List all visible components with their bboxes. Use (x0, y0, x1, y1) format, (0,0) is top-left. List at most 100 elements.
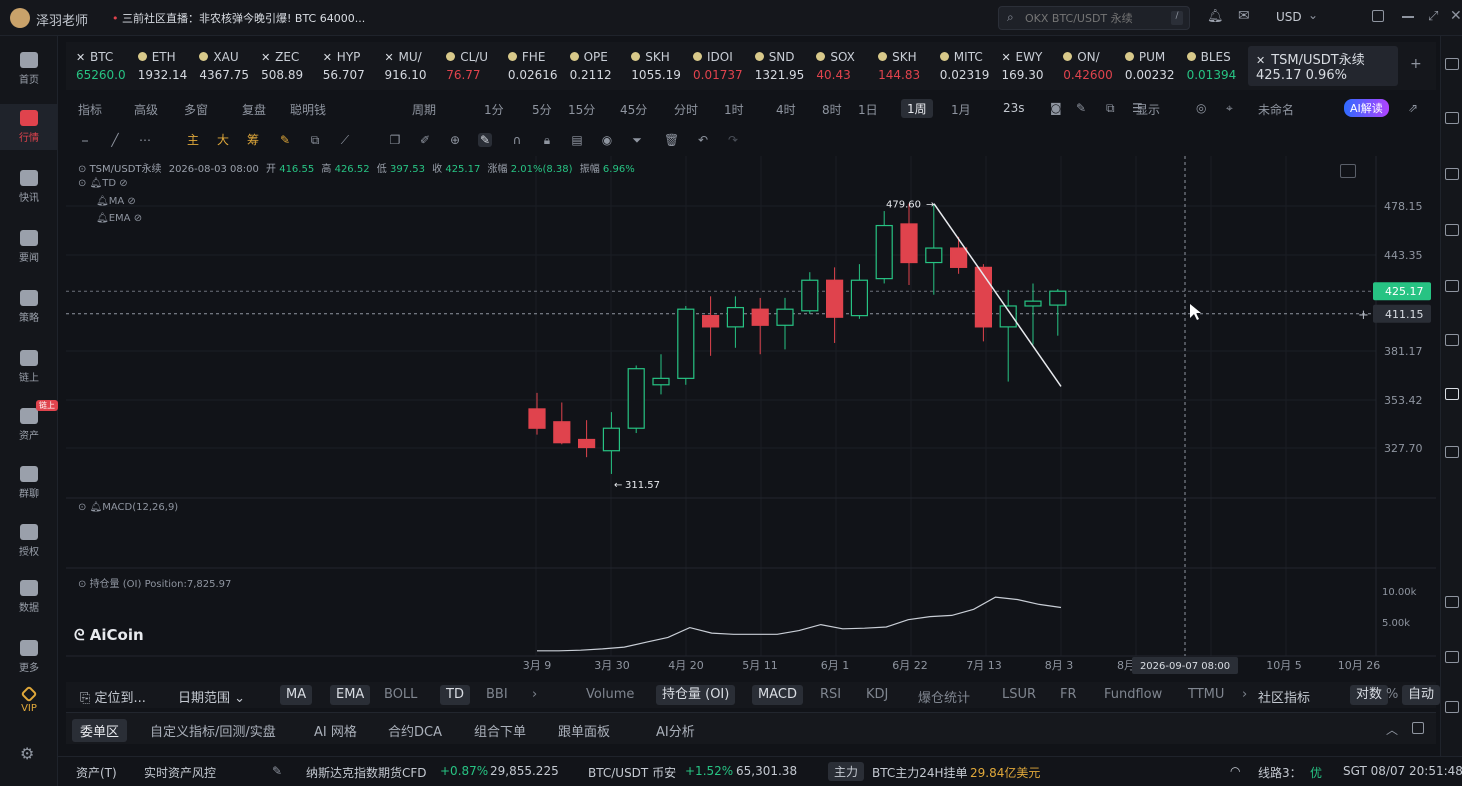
nav-item-3[interactable]: 要闻 (0, 230, 58, 264)
toolbar-8h[interactable]: 8时 (822, 101, 842, 118)
ticker-item[interactable]: MITC 0.02319 (939, 48, 1002, 86)
ticker-item[interactable]: PUM 0.00232 (1124, 48, 1187, 86)
ticker-item[interactable]: XAU 4367.75 (199, 48, 261, 86)
toolbar-4h[interactable]: 4时 (776, 101, 796, 118)
indicator-toggle-11[interactable]: LSUR (1002, 687, 1036, 702)
main-toggle[interactable]: 主 (186, 133, 200, 147)
fullscreen-icon[interactable] (1340, 164, 1356, 178)
brush-icon[interactable]: ✎ (478, 133, 492, 147)
avatar[interactable] (10, 8, 30, 28)
nav-item-8[interactable]: 授权 (0, 524, 58, 558)
tab-0[interactable]: 委单区 (72, 719, 128, 742)
ticker-item[interactable]: FHE 0.02616 (507, 48, 570, 86)
indicator-toggle-1[interactable]: EMA (330, 685, 371, 705)
btc-label[interactable]: BTC/USDT 币安 (588, 764, 676, 781)
indicator-toggle-3[interactable]: TD (440, 685, 470, 705)
trash-icon[interactable]: 🗑︎ (664, 133, 679, 147)
indicator-toggle-6[interactable]: 持仓量 (OI) (656, 685, 736, 705)
chip-toggle[interactable]: 筹 (246, 133, 260, 147)
toolbar-replay[interactable]: 复盘 (242, 101, 266, 118)
toolbar-5m[interactable]: 5分 (532, 101, 552, 118)
indicator-toggle-14[interactable]: TTMU (1188, 687, 1224, 702)
magnet-icon[interactable]: ∩ (510, 133, 524, 147)
measure-tool-icon[interactable]: ⎯ (78, 133, 92, 147)
currency-select[interactable]: USD (1276, 10, 1302, 24)
indicator-toggle-12[interactable]: FR (1060, 687, 1077, 702)
list-icon[interactable]: ☰ (1132, 101, 1143, 115)
tab-2[interactable]: AI 网格 (314, 721, 357, 740)
close-icon[interactable]: ✕ (1450, 8, 1462, 24)
nasdaq-label[interactable]: 纳斯达克指数期货CFD (306, 764, 427, 781)
camera-icon[interactable] (1445, 168, 1459, 180)
indicator-toggle-9[interactable]: KDJ (866, 687, 888, 702)
indicator-toggle-4[interactable]: BBI (486, 687, 508, 702)
calc-icon[interactable] (1445, 334, 1459, 346)
indicator-toggle-0[interactable]: MA (280, 685, 313, 705)
pencil-icon[interactable]: ✎ (1076, 101, 1086, 115)
indicator-toggle-5[interactable]: Volume (586, 687, 634, 702)
toolbar-period[interactable]: 周期 (412, 101, 436, 118)
tab-1[interactable]: 自定义指标/回测/实盘 (150, 721, 276, 740)
settings-icon[interactable]: ⚙ (20, 744, 34, 763)
nav-item-5[interactable]: 链上 (0, 350, 58, 384)
tab-3[interactable]: 合约DCA (388, 721, 442, 740)
zoom-icon[interactable]: ⊕ (448, 133, 462, 147)
orderbook-icon[interactable] (1445, 112, 1459, 124)
window-icon[interactable] (1372, 10, 1384, 22)
indicator-ma[interactable]: 🔔︎MA ⊘ (96, 196, 136, 207)
user-name[interactable]: 泽羽老师 (36, 10, 88, 29)
ticker-item[interactable]: CL/U 76.77 (446, 48, 508, 86)
pen-icon[interactable]: ✐ (418, 133, 432, 147)
indicator-toggle-8[interactable]: RSI (820, 687, 841, 702)
link-icon[interactable] (1445, 446, 1459, 458)
trend-icon[interactable] (1445, 224, 1459, 236)
toolbar-indicator[interactable]: 指标 (78, 101, 102, 118)
bell-icon[interactable]: 🔔︎ (1207, 9, 1224, 24)
price-chart[interactable]: 478.15 443.35 381.17 353.42 327.70 425.17 411.… (66, 156, 1436, 676)
share-icon[interactable]: ⇗ (1408, 101, 1418, 115)
toolbar-15m[interactable]: 15分 (568, 101, 595, 118)
chevron-down-icon[interactable]: ⌄ (1308, 8, 1318, 22)
ticker-item[interactable]: ON/0.42600 (1063, 48, 1125, 86)
locate-button[interactable]: ⎘ 定位到... (80, 687, 146, 706)
popout-icon[interactable] (1412, 722, 1424, 734)
undo-icon[interactable]: ↶ (696, 133, 710, 147)
date-range-button[interactable]: 日期范围 ⌄ (178, 687, 245, 706)
indicator-td[interactable]: ⊙ 🔔︎TD ⊘ (78, 178, 128, 189)
indicator-toggle-7[interactable]: MACD (752, 685, 803, 705)
toolbar-1m[interactable]: 1分 (484, 101, 504, 118)
ticker-item[interactable]: SKH 144.83 (878, 48, 940, 86)
layers-icon[interactable]: ▤ (570, 133, 584, 147)
chat-icon[interactable] (1445, 651, 1459, 663)
filter-icon[interactable]: ⏷ (630, 133, 644, 147)
toolbar-smart-money[interactable]: 聪明钱 (290, 101, 326, 118)
news-ticker[interactable]: • 三前社区直播：非农核弹今晚引爆! BTC 64000... (112, 10, 365, 26)
mail-icon[interactable]: ✉ (1238, 8, 1250, 24)
panel-icon[interactable] (1445, 596, 1459, 608)
toolbar-1mo[interactable]: 1月 (951, 101, 971, 118)
nav-item-10[interactable]: 更多 (0, 640, 58, 674)
bot-icon[interactable] (1445, 388, 1459, 400)
camera-icon[interactable]: ◙ (1050, 101, 1062, 115)
pencil-icon[interactable]: ✎ (278, 133, 292, 147)
target-icon[interactable]: ◎ (1196, 101, 1206, 115)
crosshair-icon[interactable]: ⌖ (1226, 101, 1233, 116)
toolbar-ai-read[interactable]: AI解读 (1344, 99, 1389, 117)
indicator-toggle-10[interactable]: 爆仓统计 (918, 687, 970, 706)
toolbar-unnamed[interactable]: 未命名 (1258, 101, 1294, 118)
lock-icon[interactable]: 🔒︎ (540, 133, 554, 147)
ticker-item[interactable]: ✕ HYP 56.707 (323, 48, 385, 86)
nav-item-6[interactable]: 资产 链上 (0, 400, 58, 442)
nav-item-2[interactable]: 快讯 (0, 170, 58, 204)
maximize-icon[interactable]: ⤢ (1428, 9, 1438, 24)
toolbar-timeshare[interactable]: 分时 (674, 101, 698, 118)
nav-item-1[interactable]: 行情 (0, 104, 58, 150)
ruler-icon[interactable]: ⟋ (338, 133, 352, 147)
large-toggle[interactable]: 大 (216, 133, 230, 147)
toolbar-1h[interactable]: 1时 (724, 101, 744, 118)
ticker-item[interactable]: SND 1321.95 (754, 48, 817, 86)
oi-pane-label[interactable]: ⊙ 持仓量 (OI) Position:7,825.97 (78, 575, 231, 590)
popout-icon[interactable]: ⧉ (1106, 101, 1115, 116)
eye-off-icon[interactable]: ⊘ (127, 196, 135, 207)
nav-item-7[interactable]: 群聊 (0, 466, 58, 500)
